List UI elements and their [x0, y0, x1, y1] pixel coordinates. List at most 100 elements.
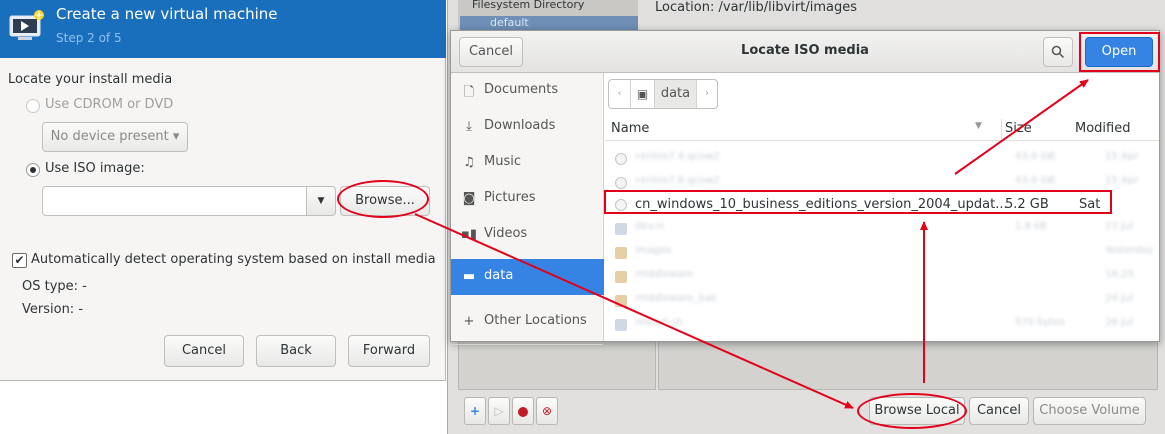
- locate-iso-dialog: Cancel Locate ISO media Open 🗋 Documents …: [450, 30, 1160, 345]
- open-button[interactable]: Open: [1085, 37, 1153, 67]
- disc-image-icon: [615, 199, 627, 211]
- file-name: images: [635, 245, 672, 256]
- file-modified: 26 Jul: [1105, 317, 1133, 328]
- path-segment-data[interactable]: data: [655, 80, 697, 108]
- install-media-heading: Locate your install media: [8, 72, 173, 87]
- folder-icon: [615, 295, 627, 307]
- camera-icon: ◙: [462, 191, 476, 206]
- path-back-button[interactable]: ‹: [609, 80, 631, 108]
- file-row[interactable]: images Yesterday: [605, 241, 1159, 265]
- checkmark-icon: ✔: [14, 253, 25, 267]
- wizard-header: Create a new virtual machine Step 2 of 5: [0, 0, 446, 58]
- wizard-cancel-button[interactable]: Cancel: [164, 335, 244, 367]
- iso-path-dropdown-button[interactable]: ▼: [306, 186, 336, 216]
- place-label: Other Locations: [484, 313, 587, 328]
- disc-image-icon: [615, 153, 627, 165]
- delete-pool-button[interactable]: ⊗: [536, 397, 558, 425]
- os-type-value: OS type: -: [22, 279, 87, 294]
- virtual-machine-icon: [9, 10, 44, 40]
- storage-cancel-button[interactable]: Cancel: [969, 397, 1029, 425]
- iso-image-radio[interactable]: [26, 163, 40, 177]
- column-name[interactable]: Name: [611, 121, 649, 136]
- file-name: centos7.6.qcow2: [635, 175, 720, 186]
- start-pool-button[interactable]: ▷: [488, 397, 510, 425]
- text-file-icon: [615, 319, 627, 331]
- auto-detect-os-checkbox[interactable]: ✔: [12, 253, 27, 268]
- path-root-button[interactable]: ▣: [631, 80, 655, 108]
- place-data[interactable]: ▬ data: [451, 259, 604, 295]
- place-label: Music: [484, 154, 521, 169]
- dialog-cancel-button[interactable]: Cancel: [459, 37, 523, 67]
- dialog-header: Cancel Locate ISO media Open: [451, 31, 1159, 73]
- file-row[interactable]: dev.rc 1.8 kB 23 Jul: [605, 217, 1159, 241]
- file-name: cn_windows_10_business_editions_version_…: [635, 197, 1008, 212]
- chevron-down-icon: ▼: [317, 196, 325, 206]
- file-row[interactable]: middleware 16:25: [605, 265, 1159, 289]
- place-label: Documents: [484, 82, 559, 97]
- sidebar-divider: [451, 344, 603, 345]
- location-path: /var/lib/libvirt/images: [718, 0, 858, 15]
- place-music[interactable]: ♫ Music: [451, 145, 604, 181]
- place-pictures[interactable]: ◙ Pictures: [451, 181, 604, 217]
- file-modified: 15 Apr: [1105, 151, 1139, 162]
- place-label: data: [484, 268, 514, 283]
- wizard-back-button[interactable]: Back: [256, 335, 336, 367]
- places-sidebar: 🗋 Documents ⤓ Downloads ♫ Music ◙ Pictures ▪…: [451, 73, 604, 345]
- text-file-icon: [615, 223, 627, 235]
- path-bar: ‹ ▣ data ›: [608, 79, 718, 109]
- iso-path-input[interactable]: [42, 186, 307, 216]
- chevron-left-icon: ‹: [617, 88, 622, 99]
- add-pool-button[interactable]: +: [464, 397, 486, 425]
- file-modified: 15 Apr: [1105, 175, 1139, 186]
- cdrom-radio[interactable]: [26, 99, 40, 113]
- place-label: Pictures: [484, 190, 536, 205]
- place-label: Videos: [484, 226, 528, 241]
- place-videos[interactable]: ▪▮ Videos: [451, 217, 604, 253]
- file-row[interactable]: restart.sh 570 bytes 26 Jul: [605, 313, 1159, 337]
- column-size[interactable]: Size: [1005, 121, 1032, 136]
- music-icon: ♫: [463, 155, 475, 170]
- folder-icon: [615, 247, 627, 259]
- browse-local-button[interactable]: Browse Local: [869, 397, 965, 425]
- delete-icon: ⊗: [541, 404, 553, 418]
- pool-type-label: Filesystem Directory: [472, 0, 585, 11]
- pool-location: Location: /var/lib/libvirt/images: [655, 0, 857, 15]
- choose-volume-button[interactable]: Choose Volume: [1033, 397, 1146, 425]
- file-modified: Sat: [1079, 197, 1101, 212]
- os-version-value: Version: -: [22, 302, 84, 317]
- search-button[interactable]: [1043, 37, 1073, 67]
- browse-button[interactable]: Browse...: [340, 186, 430, 216]
- column-divider: [1001, 119, 1002, 139]
- stop-pool-button[interactable]: [512, 397, 534, 425]
- place-downloads[interactable]: ⤓ Downloads: [451, 109, 604, 145]
- file-modified: Yesterday: [1105, 245, 1154, 256]
- location-label: Location:: [655, 0, 715, 15]
- file-modified: 16:25: [1105, 269, 1134, 280]
- folder-icon: [615, 271, 627, 283]
- file-row[interactable]: centos7.4.qcow2 43.0 GB 15 Apr: [605, 147, 1159, 171]
- file-name: dev.rc: [635, 221, 666, 232]
- place-label: Downloads: [484, 118, 556, 133]
- file-row[interactable]: centos7.6.qcow2 43.0 GB 15 Apr: [605, 171, 1159, 195]
- column-modified[interactable]: Modified: [1075, 121, 1130, 136]
- path-forward-button[interactable]: ›: [697, 80, 717, 108]
- document-icon: 🗋: [463, 85, 475, 100]
- file-size: 5.2 GB: [1005, 197, 1049, 212]
- place-documents[interactable]: 🗋 Documents: [451, 73, 604, 109]
- cdrom-radio-label: Use CDROM or DVD: [45, 97, 174, 112]
- iso-image-radio-label: Use ISO image:: [45, 161, 145, 176]
- plus-icon: +: [469, 404, 481, 418]
- file-row[interactable]: middleware_bak 24 Jul: [605, 289, 1159, 313]
- sort-arrow-icon: ▼: [975, 121, 982, 131]
- file-size: 570 bytes: [1015, 317, 1065, 328]
- file-name: middleware_bak: [635, 293, 717, 304]
- place-other-locations[interactable]: + Other Locations: [451, 304, 604, 340]
- cdrom-device-dropdown[interactable]: No device present ▾: [42, 122, 188, 152]
- record-stop-icon: [518, 406, 528, 417]
- wizard-forward-button[interactable]: Forward: [348, 335, 430, 367]
- video-icon: ▪▮: [461, 227, 477, 242]
- wizard-step-indicator: Step 2 of 5: [56, 31, 122, 45]
- file-row-windows-iso[interactable]: cn_windows_10_business_editions_version_…: [605, 193, 1159, 217]
- file-name: centos7.4.qcow2: [635, 151, 720, 162]
- plus-icon: +: [463, 314, 475, 329]
